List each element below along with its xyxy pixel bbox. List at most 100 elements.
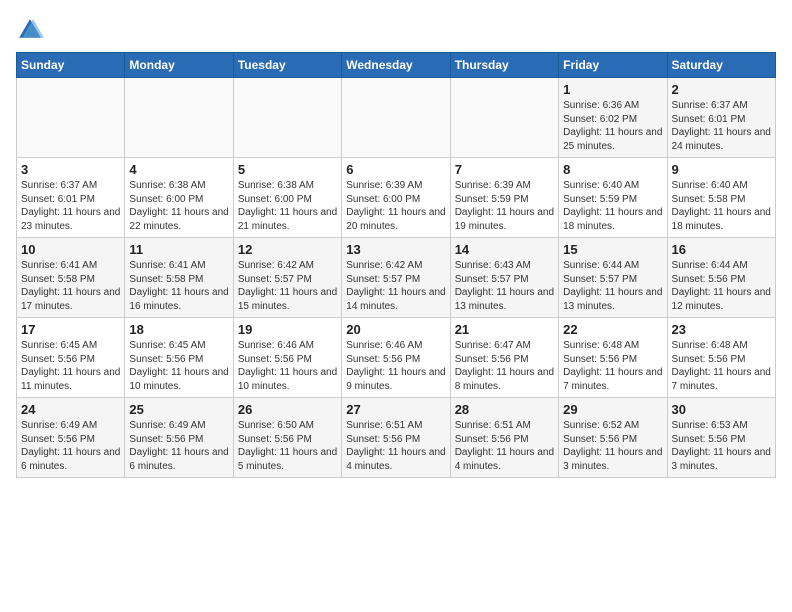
day-info: Sunrise: 6:46 AM Sunset: 5:56 PM Dayligh… [238, 339, 337, 393]
calendar-cell [342, 78, 450, 158]
day-number: 22 [563, 322, 662, 337]
calendar-cell: 20 Sunrise: 6:46 AM Sunset: 5:56 PM Dayli… [342, 318, 450, 398]
calendar-cell: 5 Sunrise: 6:38 AM Sunset: 6:00 PM Daylig… [233, 158, 341, 238]
day-info: Sunrise: 6:38 AM Sunset: 6:00 PM Dayligh… [129, 179, 228, 233]
day-info: Sunrise: 6:40 AM Sunset: 5:58 PM Dayligh… [672, 179, 771, 233]
day-info: Sunrise: 6:37 AM Sunset: 6:01 PM Dayligh… [672, 99, 771, 153]
header-tuesday: Tuesday [233, 53, 341, 78]
day-info: Sunrise: 6:51 AM Sunset: 5:56 PM Dayligh… [346, 419, 445, 473]
day-number: 23 [672, 322, 771, 337]
calendar-cell [125, 78, 233, 158]
logo-icon [16, 16, 44, 44]
day-number: 2 [672, 82, 771, 97]
calendar-cell: 18Sunrise: 6:45 AM Sunset: 5:56 PM Dayli… [125, 318, 233, 398]
calendar-cell: 17Sunrise: 6:45 AM Sunset: 5:56 PM Dayli… [17, 318, 125, 398]
calendar-cell [233, 78, 341, 158]
day-info: Sunrise: 6:41 AM Sunset: 5:58 PM Dayligh… [21, 259, 120, 313]
day-number: 19 [238, 322, 337, 337]
day-number: 1 [563, 82, 662, 97]
day-info: Sunrise: 6:42 AM Sunset: 5:57 PM Dayligh… [346, 259, 445, 313]
calendar-header-row: SundayMondayTuesdayWednesdayThursdayFrid… [17, 53, 776, 78]
day-number: 4 [129, 162, 228, 177]
day-number: 14 [455, 242, 554, 257]
day-number: 27 [346, 402, 445, 417]
day-info: Sunrise: 6:47 AM Sunset: 5:56 PM Dayligh… [455, 339, 554, 393]
day-number: 17 [21, 322, 120, 337]
day-number: 12 [238, 242, 337, 257]
day-number: 28 [455, 402, 554, 417]
day-number: 8 [563, 162, 662, 177]
day-number: 21 [455, 322, 554, 337]
day-number: 20 [346, 322, 445, 337]
day-info: Sunrise: 6:44 AM Sunset: 5:57 PM Dayligh… [563, 259, 662, 313]
day-info: Sunrise: 6:38 AM Sunset: 6:00 PM Dayligh… [238, 179, 337, 233]
day-info: Sunrise: 6:39 AM Sunset: 5:59 PM Dayligh… [455, 179, 554, 233]
day-number: 13 [346, 242, 445, 257]
day-number: 25 [129, 402, 228, 417]
calendar-cell: 28 Sunrise: 6:51 AM Sunset: 5:56 PM Dayli… [450, 398, 558, 478]
logo [16, 16, 48, 44]
calendar-cell: 8 Sunrise: 6:40 AM Sunset: 5:59 PM Daylig… [559, 158, 667, 238]
day-number: 15 [563, 242, 662, 257]
calendar-cell: 11 Sunrise: 6:41 AM Sunset: 5:58 PM Dayli… [125, 238, 233, 318]
calendar-cell: 24 Sunrise: 6:49 AM Sunset: 5:56 PM Dayli… [17, 398, 125, 478]
day-info: Sunrise: 6:42 AM Sunset: 5:57 PM Dayligh… [238, 259, 337, 313]
header-thursday: Thursday [450, 53, 558, 78]
day-info: Sunrise: 6:48 AM Sunset: 5:56 PM Dayligh… [563, 339, 662, 393]
day-info: Sunrise: 6:49 AM Sunset: 5:56 PM Dayligh… [129, 419, 228, 473]
day-info: Sunrise: 6:43 AM Sunset: 5:57 PM Dayligh… [455, 259, 554, 313]
calendar-cell: 10 Sunrise: 6:41 AM Sunset: 5:58 PM Dayli… [17, 238, 125, 318]
header-monday: Monday [125, 53, 233, 78]
day-number: 10 [21, 242, 120, 257]
day-info: Sunrise: 6:37 AM Sunset: 6:01 PM Dayligh… [21, 179, 120, 233]
calendar-cell: 19 Sunrise: 6:46 AM Sunset: 5:56 PM Dayli… [233, 318, 341, 398]
day-info: Sunrise: 6:44 AM Sunset: 5:56 PM Dayligh… [672, 259, 771, 313]
day-info: Sunrise: 6:49 AM Sunset: 5:56 PM Dayligh… [21, 419, 120, 473]
day-number: 24 [21, 402, 120, 417]
day-number: 26 [238, 402, 337, 417]
calendar-cell: 4 Sunrise: 6:38 AM Sunset: 6:00 PM Daylig… [125, 158, 233, 238]
calendar-cell: 1 Sunrise: 6:36 AM Sunset: 6:02 PM Daylig… [559, 78, 667, 158]
calendar-cell: 3 Sunrise: 6:37 AM Sunset: 6:01 PM Daylig… [17, 158, 125, 238]
day-info: Sunrise: 6:46 AM Sunset: 5:56 PM Dayligh… [346, 339, 445, 393]
calendar-cell [17, 78, 125, 158]
calendar-cell: 2 Sunrise: 6:37 AM Sunset: 6:01 PM Daylig… [667, 78, 775, 158]
calendar-cell [450, 78, 558, 158]
day-info: Sunrise: 6:48 AM Sunset: 5:56 PM Dayligh… [672, 339, 771, 393]
day-number: 6 [346, 162, 445, 177]
day-info: Sunrise: 6:36 AM Sunset: 6:02 PM Dayligh… [563, 99, 662, 153]
day-info: Sunrise: 6:53 AM Sunset: 5:56 PM Dayligh… [672, 419, 771, 473]
calendar-cell: 12 Sunrise: 6:42 AM Sunset: 5:57 PM Dayli… [233, 238, 341, 318]
calendar-cell: 30 Sunrise: 6:53 AM Sunset: 5:56 PM Dayli… [667, 398, 775, 478]
day-number: 9 [672, 162, 771, 177]
calendar-cell: 13 Sunrise: 6:42 AM Sunset: 5:57 PM Dayli… [342, 238, 450, 318]
calendar-cell: 26Sunrise: 6:50 AM Sunset: 5:56 PM Dayli… [233, 398, 341, 478]
calendar-cell: 7 Sunrise: 6:39 AM Sunset: 5:59 PM Daylig… [450, 158, 558, 238]
day-info: Sunrise: 6:41 AM Sunset: 5:58 PM Dayligh… [129, 259, 228, 313]
day-number: 3 [21, 162, 120, 177]
calendar-cell: 6 Sunrise: 6:39 AM Sunset: 6:00 PM Daylig… [342, 158, 450, 238]
calendar-cell: 9 Sunrise: 6:40 AM Sunset: 5:58 PM Daylig… [667, 158, 775, 238]
day-number: 16 [672, 242, 771, 257]
day-number: 29 [563, 402, 662, 417]
day-number: 5 [238, 162, 337, 177]
header-saturday: Saturday [667, 53, 775, 78]
calendar-table: SundayMondayTuesdayWednesdayThursdayFrid… [16, 52, 776, 478]
day-info: Sunrise: 6:45 AM Sunset: 5:56 PM Dayligh… [129, 339, 228, 393]
day-number: 30 [672, 402, 771, 417]
day-number: 7 [455, 162, 554, 177]
calendar-cell: 27 Sunrise: 6:51 AM Sunset: 5:56 PM Dayli… [342, 398, 450, 478]
day-number: 11 [129, 242, 228, 257]
day-info: Sunrise: 6:39 AM Sunset: 6:00 PM Dayligh… [346, 179, 445, 233]
calendar-cell: 29Sunrise: 6:52 AM Sunset: 5:56 PM Dayli… [559, 398, 667, 478]
day-info: Sunrise: 6:40 AM Sunset: 5:59 PM Dayligh… [563, 179, 662, 233]
calendar-week-3: 10 Sunrise: 6:41 AM Sunset: 5:58 PM Dayli… [17, 238, 776, 318]
calendar-week-4: 17 Sunrise: 6:45 AM Sunset: 5:56 PM Dayli… [17, 318, 776, 398]
header-wednesday: Wednesday [342, 53, 450, 78]
header-friday: Friday [559, 53, 667, 78]
calendar-cell: 16 Sunrise: 6:44 AM Sunset: 5:56 PM Dayli… [667, 238, 775, 318]
day-info: Sunrise: 6:51 AM Sunset: 5:56 PM Dayligh… [455, 419, 554, 473]
calendar-cell: 22 Sunrise: 6:48 AM Sunset: 5:56 PM Dayli… [559, 318, 667, 398]
calendar-week-5: 24 Sunrise: 6:49 AM Sunset: 5:56 PM Dayli… [17, 398, 776, 478]
calendar-cell: 21 Sunrise: 6:47 AM Sunset: 5:56 PM Dayli… [450, 318, 558, 398]
